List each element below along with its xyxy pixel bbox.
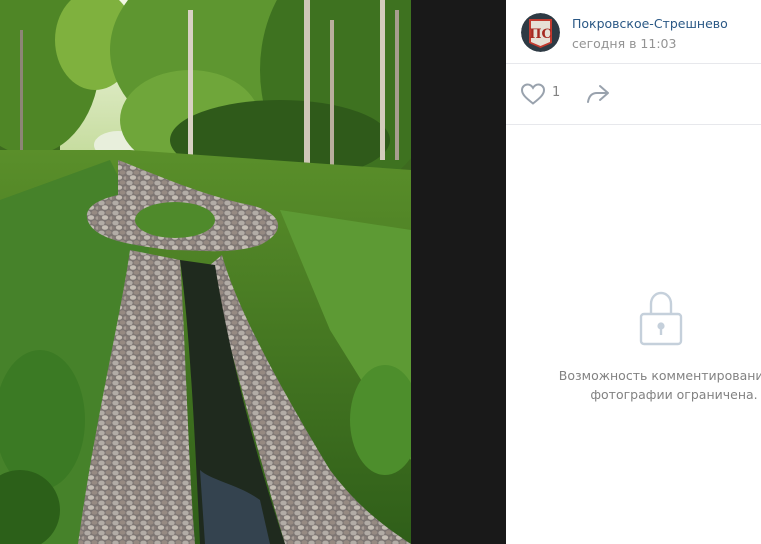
avatar[interactable]: ПС [521,13,560,52]
like-count: 1 [552,85,561,100]
notice-line-1: Возможность комментирования эт [558,368,761,383]
notice-line-2: фотографии ограничена. [590,387,758,402]
photo [0,0,411,544]
info-panel: ПС Покровское-Стрешнево сегодня в 11:03 … [506,0,761,544]
share-arrow-icon [585,85,611,110]
photo-area[interactable] [0,0,506,544]
post-date[interactable]: сегодня в 11:03 [572,36,676,51]
photo-viewer: ПС Покровское-Стрешнево сегодня в 11:03 … [0,0,761,544]
comments-restricted-notice: Возможность комментирования эт фотографи… [544,366,761,404]
avatar-logo-text: ПС [529,27,552,42]
action-bar: 1 [506,64,761,125]
author-header: ПС Покровское-Стрешнево сегодня в 11:03 [506,0,761,64]
author-name[interactable]: Покровское-Стрешнево [572,16,728,31]
share-button[interactable] [585,82,611,106]
viewer-background [411,0,506,544]
lock-icon [639,288,683,350]
